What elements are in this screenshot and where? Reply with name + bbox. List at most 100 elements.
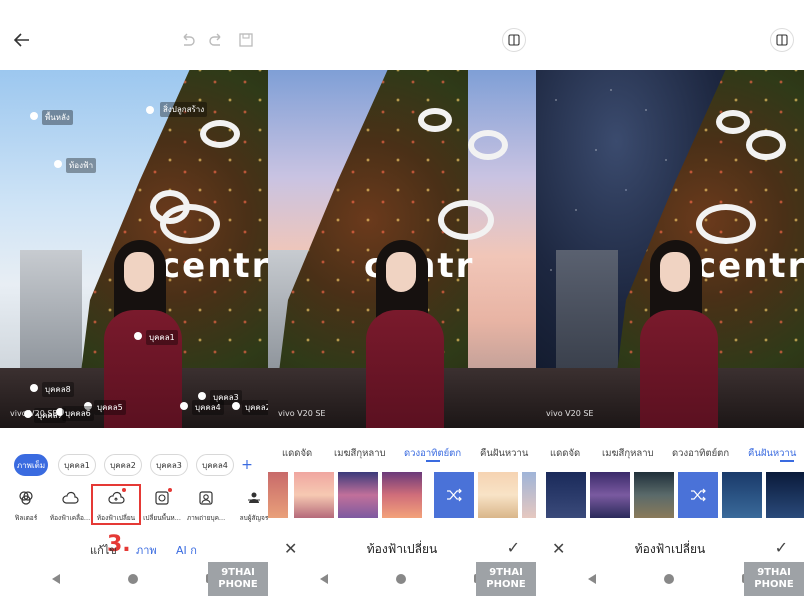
chip-person2[interactable]: บุคคล2 [104,454,142,476]
tab-sweet-dream-night[interactable]: คืนฝันหวาน [480,446,528,461]
chip-full-image[interactable]: ภาพเต็ม [14,454,48,476]
tab-ai[interactable]: AI ก [176,541,197,559]
segment-label-building: สิ่งปลูกสร้าง [160,102,208,117]
top-bar [0,0,268,70]
confirm-check-icon[interactable]: ✓ [507,538,520,557]
tab-bright-sun[interactable]: แดดจัด [282,446,312,461]
shuffle-button[interactable] [678,472,718,518]
person-subject [358,240,450,428]
camera-watermark: vivo V20 SE [546,409,594,418]
save-icon[interactable] [236,30,256,50]
segment-label-person6: บุคคล6 [62,406,94,421]
person-body [640,310,718,428]
compare-icon[interactable] [502,28,526,52]
segment-label-person1: บุคคล1 [146,330,178,345]
nav-back-icon[interactable] [52,574,60,584]
tab-sweet-dream-night[interactable]: คืนฝันหวาน [748,446,796,461]
tree-ring [696,204,756,244]
segment-chips: ภาพเต็ม บุคคล1 บุคคล2 บุคคล3 บุคคล4 + [0,454,268,478]
tab-sunset[interactable]: ดวงอาทิตย์ตก [404,446,461,461]
highlight-box [91,484,141,525]
new-badge-dot [168,488,172,492]
tab-edit[interactable]: แก้ไข [90,541,117,559]
top-bar [536,0,804,70]
tool-label: ภาพถ่ายบุค... [186,514,226,522]
action-bar: ✕ ท้องฟ้าเปลี่ยน ✓ [268,535,536,563]
tab-sunset[interactable]: ดวงอาทิตย์ตก [672,446,729,461]
segment-dot-person4[interactable] [180,402,188,410]
person-subject [632,240,724,428]
sky-thumbnail[interactable] [722,472,762,518]
nav-home-icon[interactable] [396,574,406,584]
sky-thumbnail[interactable] [268,472,288,518]
site-watermark: 9THAI PHONE [476,562,536,596]
active-tab-underline [426,460,440,462]
tree-ring [160,204,220,244]
back-arrow-icon[interactable] [12,30,32,50]
segment-dot-person1[interactable] [134,332,142,340]
sky-thumbnail[interactable] [634,472,674,518]
tree-ring [418,108,452,132]
confirm-check-icon[interactable]: ✓ [775,538,788,557]
tree-ring [438,200,494,240]
tool-passerby-remove[interactable]: ลบผู้สัญจร [228,486,268,526]
nav-back-icon[interactable] [320,574,328,584]
segment-dot-person3[interactable] [198,392,206,400]
site-watermark: 9THAI PHONE [208,562,268,596]
segment-dot-sky[interactable] [54,160,62,168]
undo-icon[interactable] [178,30,198,50]
nav-home-icon[interactable] [128,574,138,584]
site-watermark: 9THAI PHONE [744,562,804,596]
chip-person4[interactable]: บุคคล4 [196,454,234,476]
sky-thumbnail[interactable] [382,472,422,518]
photo-preview[interactable]: cen centr พื้นหลัง สิ่งปลูกสร้าง ท้องฟ้า… [0,70,268,428]
site-watermark-line2: PHONE [486,579,526,590]
shuffle-button[interactable] [434,472,474,518]
segment-dot-person8[interactable] [30,384,38,392]
tree-ring [716,110,750,134]
system-navbar: 9THAI PHONE [268,562,536,596]
person-face [660,252,690,292]
site-watermark-line2: PHONE [218,579,258,590]
active-tab-underline [780,460,794,462]
tab-image[interactable]: ภาพ [136,541,157,559]
segment-label-sky: ท้องฟ้า [66,158,97,173]
site-watermark-line1: 9THAI [757,567,791,578]
sky-thumbnail[interactable] [478,472,518,518]
sky-change-night-panel: cen centr vivo V20 SE แดดจัด เมฆสีกุหลาบ… [536,0,804,596]
tool-label: ลบผู้สัญจร [239,514,268,522]
nav-back-icon[interactable] [588,574,596,584]
segment-dot-person2[interactable] [232,402,240,410]
add-chip-button[interactable]: + [240,454,254,476]
compare-icon[interactable] [770,28,794,52]
segment-label-person5: บุคคล5 [94,400,126,415]
camera-watermark: vivo V20 SE [278,409,326,418]
tool-portrait[interactable]: ภาพถ่ายบุค... [180,486,232,526]
cloud-icon [61,489,79,507]
tool-sky-motion[interactable]: ท้องฟ้าเคลื่อ... [44,486,96,526]
photo-preview[interactable]: centr vivo V20 SE [268,70,536,428]
sky-thumbnail[interactable] [546,472,586,518]
segment-dot-building[interactable] [146,106,154,114]
tab-rose-clouds[interactable]: เมฆสีกุหลาบ [602,446,654,461]
site-watermark-line1: 9THAI [221,567,255,578]
segment-dot-background[interactable] [30,112,38,120]
photo-preview[interactable]: cen centr vivo V20 SE [536,70,804,428]
sky-filter-tabs: แดดจัด เมฆสีกุหลาบ ดวงอาทิตย์ตก คืนฝันหว… [268,440,536,466]
sky-thumbnail[interactable] [294,472,334,518]
sky-thumbnail[interactable] [522,472,536,518]
site-watermark-line2: PHONE [754,579,794,590]
sky-thumbnail[interactable] [590,472,630,518]
chip-person1[interactable]: บุคคล1 [58,454,96,476]
redo-icon[interactable] [206,30,226,50]
nav-home-icon[interactable] [664,574,674,584]
sky-thumbnails [536,472,804,520]
tab-bright-sun[interactable]: แดดจัด [550,446,580,461]
sky-thumbnail[interactable] [766,472,804,518]
sky-thumbnail[interactable] [338,472,378,518]
portrait-icon [197,489,215,507]
sky-change-title: ท้องฟ้าเปลี่ยน [634,542,706,556]
tab-rose-clouds[interactable]: เมฆสีกุหลาบ [334,446,386,461]
filter-icon [17,489,35,507]
chip-person3[interactable]: บุคคล3 [150,454,188,476]
